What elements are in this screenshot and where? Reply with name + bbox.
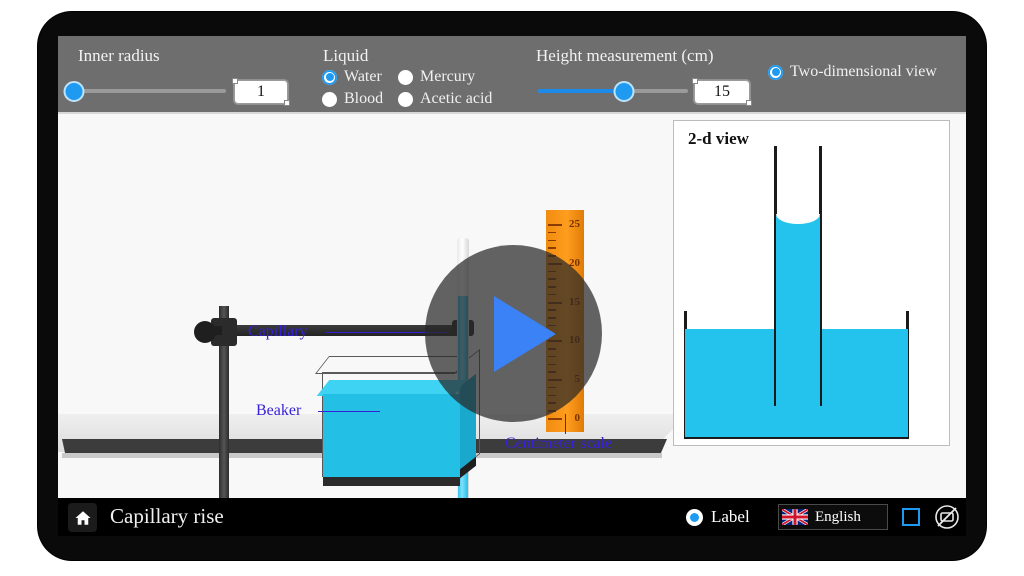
liquid-option-acetic-acid[interactable]: Acetic acid [398, 90, 492, 108]
inner-radius-slider[interactable] [63, 81, 226, 102]
callout-beaker: Beaker [256, 402, 302, 419]
callout-beaker-leader [318, 411, 380, 412]
label-toggle[interactable]: Label [686, 507, 750, 527]
fullscreen-icon-tr [911, 508, 920, 517]
ruler-minor-tick [548, 231, 556, 234]
liquid-option-water-label: Water [344, 68, 382, 85]
ruler-tick-label: 25 [569, 218, 580, 230]
label-toggle-text: Label [711, 507, 750, 526]
height-slider-fill [538, 89, 624, 93]
inner-radius-value[interactable]: 1 [232, 78, 290, 106]
ruler-major-tick [548, 418, 562, 420]
radio-icon-two-dimensional-view[interactable] [768, 64, 783, 80]
fullscreen-icon [902, 508, 911, 517]
experiment-scene: 2520151050 Capillary Beaker Centimeter s… [58, 114, 966, 498]
radio-icon-water[interactable] [322, 69, 337, 85]
play-icon [493, 295, 556, 372]
radio-icon-label[interactable] [686, 508, 703, 526]
language-selector[interactable]: English [778, 504, 888, 530]
liquid-label: Liquid [323, 46, 369, 65]
liquid-option-water[interactable]: Water [322, 68, 382, 86]
callout-centimeter-scale-leader [565, 414, 566, 434]
liquid-option-mercury-label: Mercury [420, 68, 476, 85]
app-screen: Inner radius 1 Liquid Water Mercury Bloo… [58, 36, 966, 536]
page-title: Capillary rise [110, 504, 224, 528]
stand-adjust-knob [194, 321, 216, 343]
beaker-base [323, 477, 460, 486]
ruler-minor-tick [548, 247, 556, 249]
inner-radius-slider-track [74, 89, 226, 93]
ruler-minor-tick [548, 239, 556, 242]
liquid-option-mercury[interactable]: Mercury [398, 68, 475, 86]
control-toolbar: Inner radius 1 Liquid Water Mercury Bloo… [58, 36, 966, 112]
uk-flag-icon [782, 509, 808, 525]
bottom-bar: Capillary rise Label English [58, 498, 966, 536]
inner-radius-slider-knob[interactable] [63, 81, 85, 102]
height-measurement-slider[interactable] [538, 81, 688, 102]
rotate-lock-icon [935, 505, 959, 529]
ruler-major-tick [548, 224, 562, 226]
liquid-option-blood[interactable]: Blood [322, 90, 383, 108]
twod-capillary-liquid-column [776, 216, 820, 406]
home-button[interactable] [68, 503, 97, 532]
callout-centimeter-scale: Centimeter scale [505, 435, 613, 452]
two-dimensional-view-label: Two-dimensional view [790, 63, 937, 80]
play-button[interactable] [425, 245, 602, 422]
callout-capillary: Capillary [248, 323, 308, 340]
two-dimensional-view-panel-title: 2-d view [688, 129, 749, 148]
height-measurement-label: Height measurement (cm) [536, 46, 714, 65]
radio-icon-acetic-acid[interactable] [398, 91, 413, 107]
radio-icon-mercury[interactable] [398, 69, 413, 85]
liquid-option-blood-label: Blood [344, 90, 384, 107]
app-root: Inner radius 1 Liquid Water Mercury Bloo… [0, 0, 1024, 576]
home-icon [75, 510, 90, 525]
language-label: English [815, 508, 861, 525]
height-slider-knob[interactable] [613, 81, 634, 102]
beaker-water-front [323, 394, 460, 477]
liquid-option-acetic-acid-label: Acetic acid [420, 90, 493, 107]
two-dimensional-view-panel: 2-d view [673, 120, 950, 446]
fullscreen-button[interactable] [902, 508, 920, 526]
ruler-tick-label: 0 [574, 412, 581, 424]
fullscreen-icon-br [911, 517, 920, 526]
inner-radius-label: Inner radius [78, 46, 160, 65]
height-measurement-value[interactable]: 15 [692, 78, 752, 106]
radio-icon-blood[interactable] [322, 91, 337, 107]
fullscreen-icon-bl [902, 517, 911, 526]
two-dimensional-view-toggle[interactable]: Two-dimensional view [768, 63, 937, 81]
rotate-lock-button[interactable] [934, 504, 960, 530]
